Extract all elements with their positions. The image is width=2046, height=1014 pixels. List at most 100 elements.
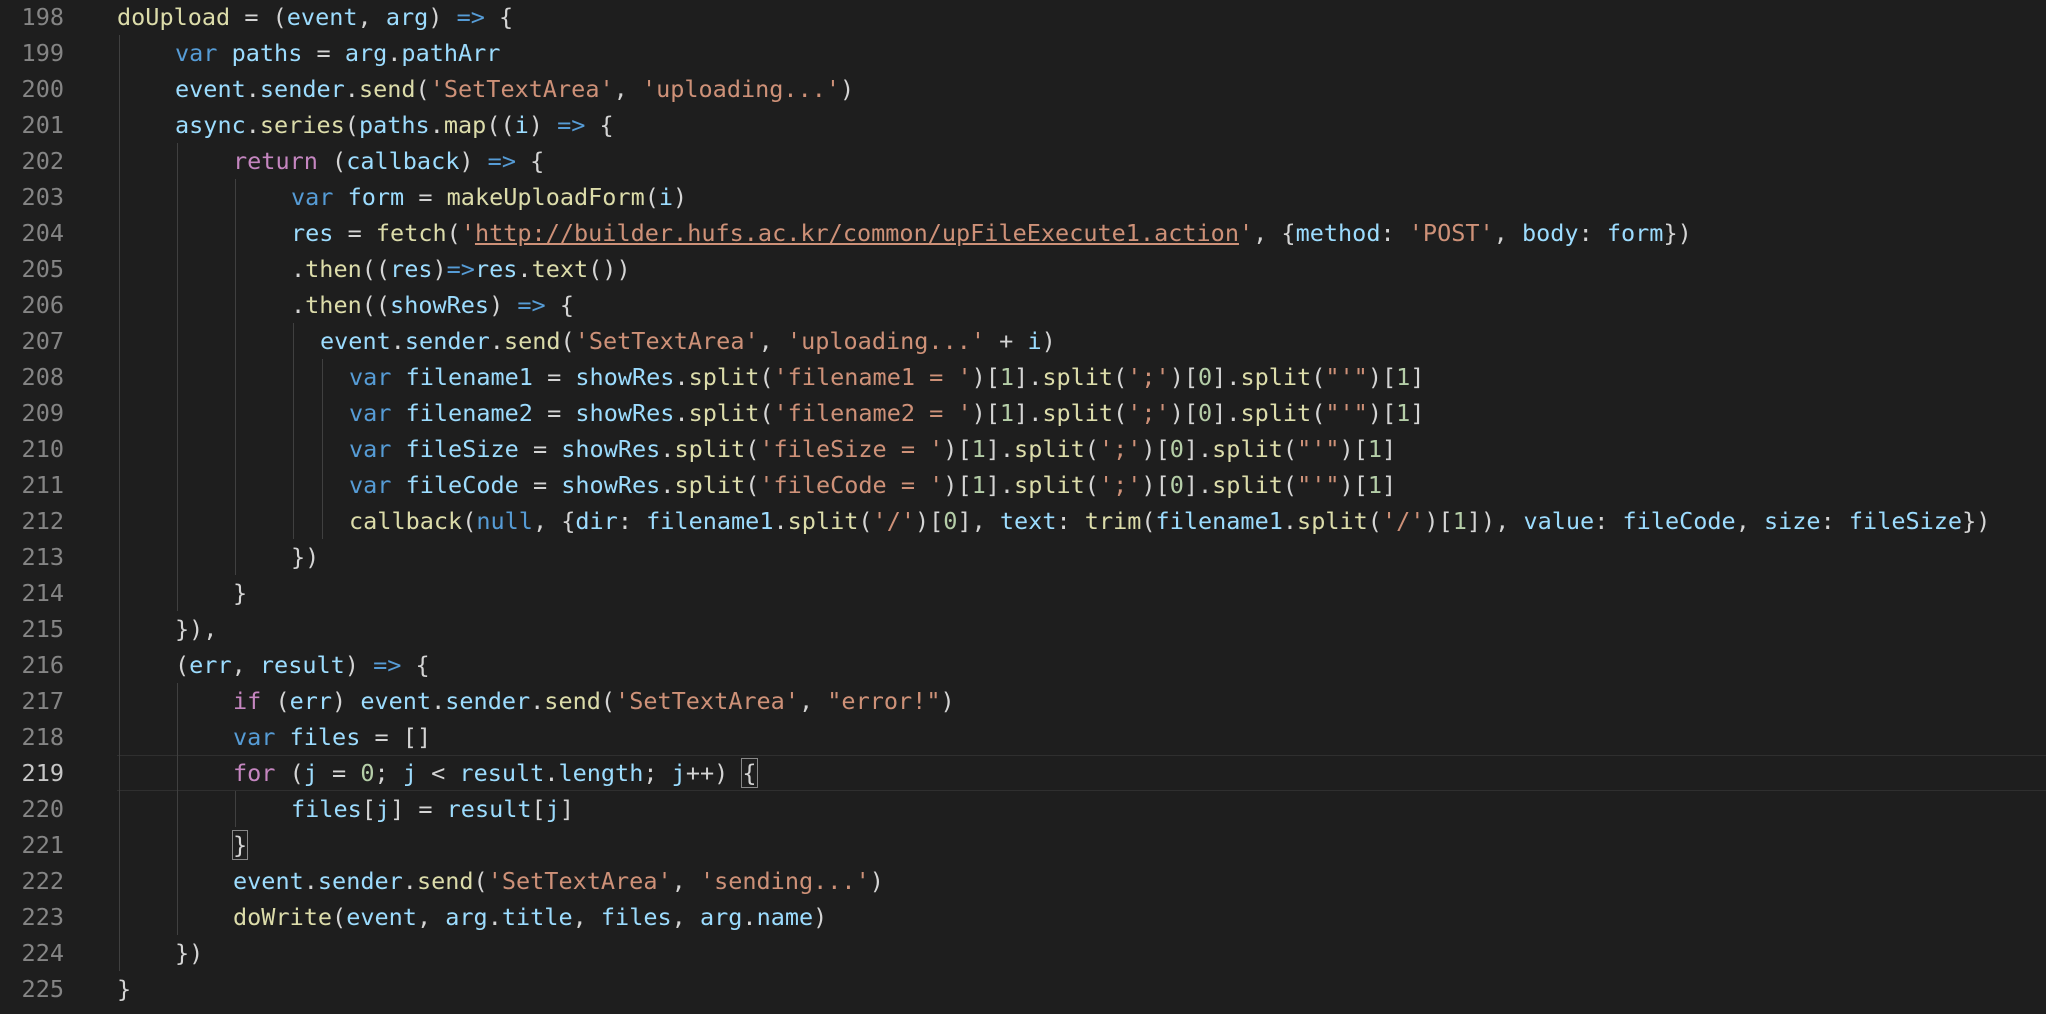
code-token: }) (175, 939, 204, 967)
code-token: callback (349, 507, 463, 535)
code-token: (( (486, 111, 515, 139)
code-line[interactable]: 208 var filename1 = showRes.split('filena… (0, 359, 2046, 395)
code-token: ) (840, 75, 855, 103)
code-line[interactable]: 198 doUpload = (event, arg) => { (0, 0, 2046, 35)
code-line[interactable]: 220 files[j] = result[j] (0, 791, 2046, 827)
code-token: j (303, 759, 318, 787)
code-token: sender (404, 327, 490, 355)
code-line[interactable]: 224}) (0, 935, 2046, 971)
code-text: doWrite(event, arg.title, files, arg.nam… (233, 899, 827, 935)
code-token: => (487, 147, 516, 175)
code-token: . (429, 111, 444, 139)
line-number: 220 (21, 795, 64, 823)
code-token: 0 (1198, 363, 1213, 391)
code-token: ] (1410, 399, 1425, 427)
code-token: => (557, 111, 586, 139)
indent-guide (235, 359, 236, 395)
indent-guide (177, 503, 178, 539)
code-token: send (358, 75, 416, 103)
line-number: 225 (21, 975, 64, 1003)
code-token: ( (275, 759, 304, 787)
code-token: ( (560, 327, 575, 355)
code-line[interactable]: 210 var fileSize = showRes.split('fileSiz… (0, 431, 2046, 467)
code-line[interactable]: 200 event.sender.send('SetTextArea', 'upl… (0, 71, 2046, 107)
code-token: sender (259, 75, 345, 103)
code-token: trim (1084, 507, 1142, 535)
code-token: } (233, 579, 248, 607)
code-token: , { (532, 507, 576, 535)
code-token: ] (1381, 435, 1397, 463)
code-token: var (349, 399, 392, 427)
code-token: ( (644, 183, 659, 211)
code-line[interactable]: 212 callback(null, {dir: filename1.split(… (0, 503, 2046, 539)
code-token: ( (1367, 507, 1382, 535)
code-token: , (798, 687, 828, 715)
code-token: 'SetTextArea' (487, 867, 672, 895)
code-token: event (360, 687, 432, 715)
indent-guide (293, 395, 294, 431)
code-token: showRes (561, 435, 661, 463)
code-line[interactable]: 219 for (j = 0; j < result.length; j++) { (0, 755, 2046, 791)
code-token: 0 (1169, 471, 1184, 499)
code-line[interactable]: 204 res = fetch('http://builder.hufs.ac.k… (0, 215, 2046, 251)
code-token: ) (344, 651, 374, 679)
code-token: . (291, 255, 306, 283)
code-line[interactable]: 218 var files = [] (0, 719, 2046, 755)
code-line[interactable]: 213}) (0, 539, 2046, 575)
code-line[interactable]: 205 .then((res)=>res.text()) (0, 251, 2046, 287)
code-token: ( (1311, 399, 1326, 427)
code-token: map (443, 111, 487, 139)
code-token: return (233, 147, 318, 175)
code-token: . (245, 111, 260, 139)
code-line[interactable]: 209 var filename2 = showRes.split('filena… (0, 395, 2046, 431)
code-token: ]. (1212, 363, 1241, 391)
code-token: ';' (1127, 363, 1170, 391)
indent-guide (119, 503, 120, 539)
code-token: ( (415, 75, 430, 103)
code-token: . (245, 75, 260, 103)
code-line[interactable]: 215}), (0, 611, 2046, 647)
code-line[interactable]: 206 .then((showRes) => { (0, 287, 2046, 323)
code-token: result (459, 759, 545, 787)
code-token: . (489, 327, 504, 355)
code-token: ( (1282, 435, 1298, 463)
code-token: showRes (575, 363, 675, 391)
code-token: fileCode (405, 471, 519, 499)
code-line[interactable]: 225} (0, 971, 2046, 1007)
indent-guide (322, 431, 323, 467)
code-line[interactable]: 217 if (err) event.sender.send('SetTextAr… (0, 683, 2046, 719)
code-line[interactable]: 211 var fileCode = showRes.split('fileCod… (0, 467, 2046, 503)
indent-guide (235, 503, 236, 539)
code-token: = (532, 399, 576, 427)
code-text: event.sender.send('SetTextArea', 'sendin… (233, 863, 884, 899)
code-line[interactable]: 223 doWrite(event, arg.title, files, arg.… (0, 899, 2046, 935)
code-line[interactable]: 201 async.series(paths.map((i) => { (0, 107, 2046, 143)
code-line[interactable]: 199 var paths = arg.pathArr (0, 35, 2046, 71)
code-token: value (1523, 507, 1595, 535)
code-line[interactable]: 207 event.sender.send('SetTextArea', 'upl… (0, 323, 2046, 359)
code-token: http://builder.hufs.ac.kr/common/upFileE… (474, 219, 1239, 247)
code-token: => (517, 291, 546, 319)
code-token: }) (1962, 507, 1991, 535)
code-token: arg (385, 3, 429, 31)
code-line[interactable]: 214} (0, 575, 2046, 611)
indent-guide (177, 719, 178, 755)
code-token: : (1578, 219, 1607, 247)
code-token: ) (428, 3, 457, 31)
line-number: 209 (21, 399, 64, 427)
code-line[interactable]: 216 (err, result) => { (0, 647, 2046, 683)
code-line[interactable]: 202 return (callback) => { (0, 143, 2046, 179)
indent-guide (119, 251, 120, 287)
code-token: } (117, 975, 132, 1003)
code-token: ]. (985, 471, 1015, 499)
code-line[interactable]: 222 event.sender.send('SetTextArea', 'sen… (0, 863, 2046, 899)
code-token: dir (575, 507, 618, 535)
code-text: event.sender.send('SetTextArea', 'upload… (175, 71, 854, 107)
code-token: ] (1410, 363, 1425, 391)
code-line[interactable]: 221} (0, 827, 2046, 863)
code-editor[interactable]: 198 doUpload = (event, arg) => {199 var pa… (0, 0, 2046, 1014)
code-token: ( (175, 651, 190, 679)
code-token: 1 (1367, 435, 1382, 463)
code-line[interactable]: 203 var form = makeUploadForm(i) (0, 179, 2046, 215)
code-token: ';' (1127, 399, 1170, 427)
